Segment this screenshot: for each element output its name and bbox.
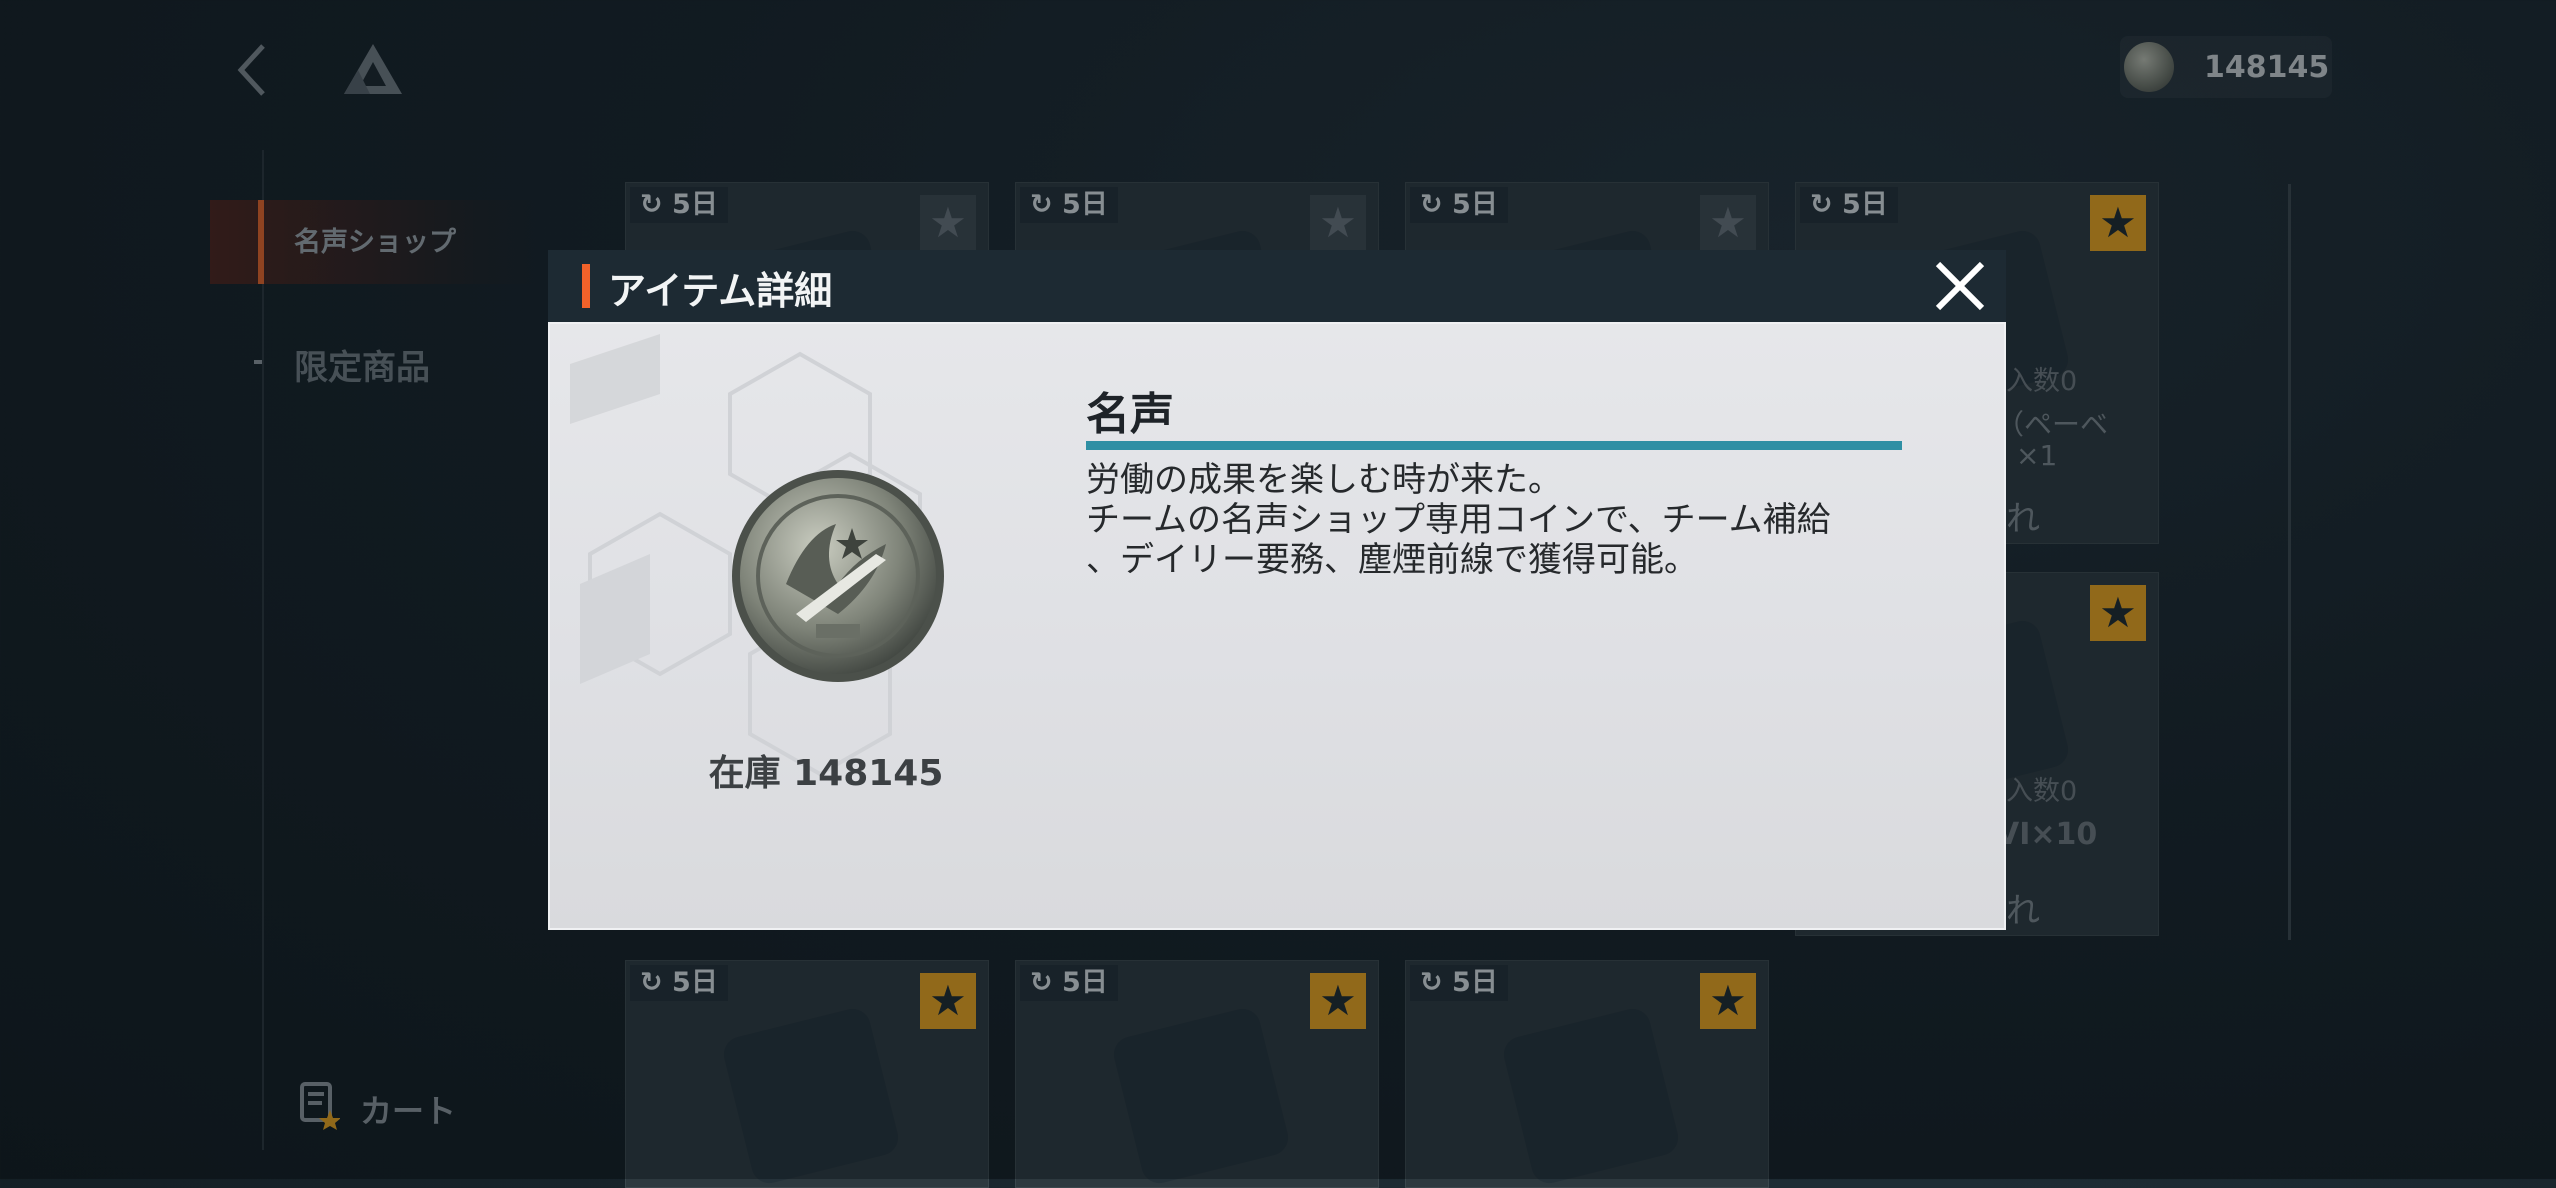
- close-button[interactable]: [1930, 256, 1990, 316]
- stock-label: 在庫 148145: [708, 753, 944, 794]
- description-line: 労働の成果を楽しむ時が来た。: [1086, 460, 1562, 500]
- description-line: 、デイリー要務、塵煙前線で獲得可能。: [1086, 540, 1698, 580]
- title-accent-bar: [582, 264, 590, 308]
- close-icon: [1935, 261, 1985, 311]
- item-detail-dialog: アイテム詳細 在庫 148145 名声 労働の成果を楽しむ時が来た。 チームの名…: [548, 250, 2006, 930]
- title-underline: [1086, 441, 1902, 450]
- reputation-coin-icon: [732, 470, 944, 682]
- dialog-body: 在庫 148145 名声 労働の成果を楽しむ時が来た。 チームの名声ショップ専用…: [548, 322, 2006, 930]
- dialog-header: アイテム詳細: [548, 250, 2006, 322]
- description-line: チームの名声ショップ専用コインで、チーム補給: [1086, 500, 1831, 540]
- dialog-title: アイテム詳細: [608, 269, 833, 313]
- item-name: 名声: [1086, 389, 1174, 440]
- item-description: 労働の成果を楽しむ時が来た。 チームの名声ショップ専用コインで、チーム補給 、デ…: [1086, 460, 1916, 580]
